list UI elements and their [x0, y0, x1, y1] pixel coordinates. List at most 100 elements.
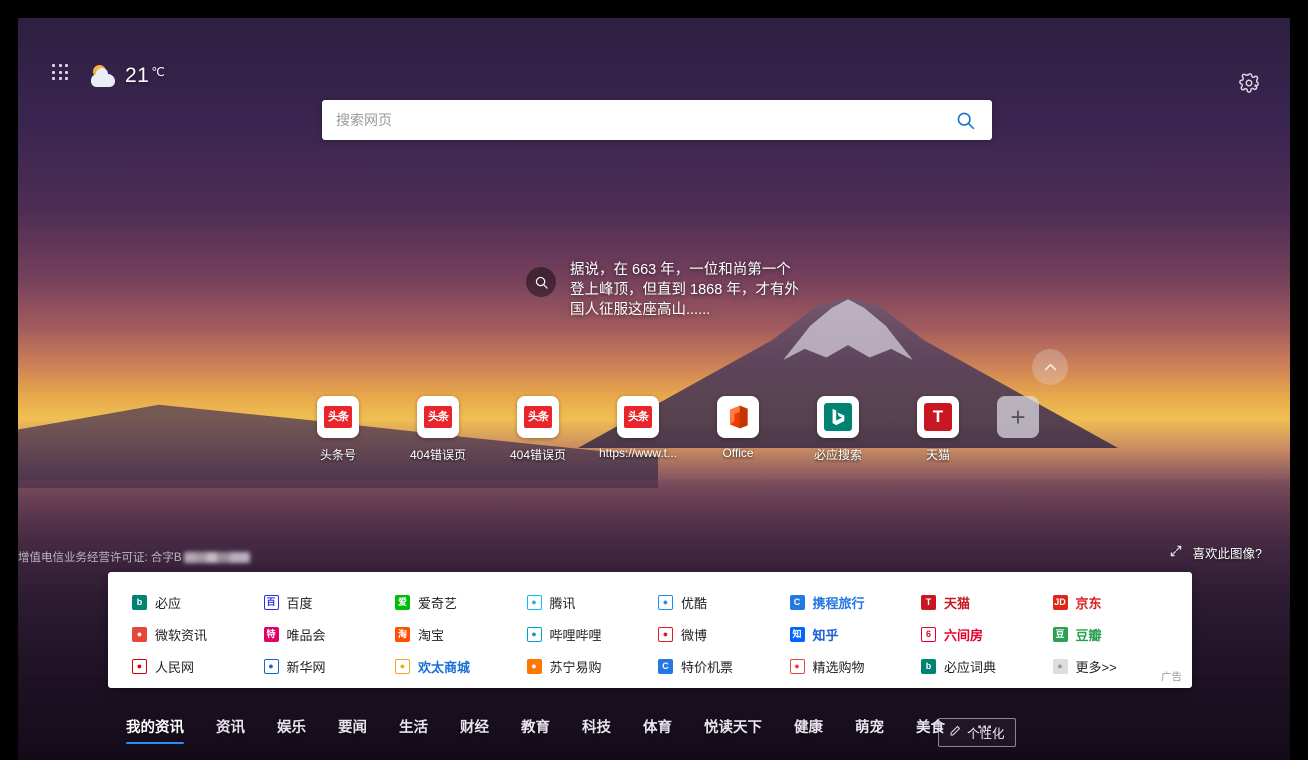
6rooms-icon: 6 [921, 626, 936, 642]
nav-tab-1[interactable]: 资讯 [216, 712, 245, 744]
temperature-unit: ℃ [151, 65, 166, 79]
quick-link[interactable]: ● 腾讯 [526, 586, 659, 618]
expand-arrow-icon[interactable] [1169, 544, 1183, 561]
nav-tab-0[interactable]: 我的资讯 [126, 712, 184, 744]
news-category-tabs: 我的资讯 资讯 娱乐 要闻 生活 财经 教育 科技 体育 悦读天下 健康 萌宠 美食 ⋯ [126, 712, 1020, 744]
nav-tab-10[interactable]: 健康 [794, 712, 823, 744]
top-bar: 21 ℃ [18, 18, 1290, 93]
office-logo [730, 405, 748, 429]
nav-tab-4[interactable]: 生活 [399, 712, 428, 744]
personalize-button[interactable]: 个性化 [938, 718, 1016, 747]
nav-tab-5[interactable]: 财经 [460, 712, 489, 744]
nav-tab-3[interactable]: 要闻 [338, 712, 367, 744]
quick-link[interactable]: 特 唯品会 [263, 618, 396, 650]
nav-tab-6[interactable]: 教育 [521, 712, 550, 744]
quick-link[interactable]: ● 哔哩哔哩 [526, 618, 659, 650]
shortcut-tile[interactable]: 头条 https://www.t... [588, 396, 688, 463]
quick-link-label: 精选购物 [812, 659, 865, 675]
weibo-icon: ● [658, 626, 673, 642]
shortcut-tile[interactable]: 必应搜索 [788, 396, 888, 463]
search-input[interactable] [322, 100, 938, 140]
quick-link[interactable]: ● 人民网 [132, 650, 264, 682]
toutiao-icon[interactable]: 头条 [317, 396, 359, 438]
temperature-value: 21 [125, 64, 150, 87]
douban-icon: 豆 [1052, 626, 1068, 642]
jd-icon: JD [1052, 594, 1068, 610]
quick-link-label: 欢太商城 [418, 659, 471, 675]
shortcut-label: https://www.t... [598, 446, 678, 460]
ad-label: 广告 [1161, 671, 1182, 683]
quick-link[interactable]: ● 精选购物 [789, 650, 922, 682]
people-icon: ● [132, 658, 147, 674]
plus-icon[interactable]: + [997, 396, 1039, 438]
quick-link[interactable]: JD 京东 [1052, 586, 1185, 618]
shortcut-label: 404错误页 [409, 448, 467, 462]
shortcut-tile[interactable]: 头条 头条号 [288, 396, 388, 463]
bing-logo [824, 403, 852, 431]
shortcut-tile[interactable]: Office [688, 396, 788, 463]
more-icon: ● [1052, 658, 1068, 674]
msn-icon: ● [132, 626, 147, 642]
toutiao-icon[interactable]: 头条 [617, 396, 659, 438]
quick-links-panel: b 必应 百 百度 爱 爱奇艺 ● 腾讯 ● 优酷 C 携程旅行 T 天猫 JD… [108, 572, 1192, 688]
quick-link[interactable]: ● 优酷 [658, 586, 790, 618]
add-shortcut-button[interactable]: + [968, 396, 1068, 438]
toutiao-logo: 头条 [424, 406, 452, 428]
quick-link[interactable]: 百 百度 [263, 586, 396, 618]
search-icon[interactable] [938, 100, 992, 140]
chevron-up-icon[interactable] [1032, 349, 1068, 385]
quick-link[interactable]: ● 新华网 [263, 650, 396, 682]
nav-tab-8[interactable]: 体育 [643, 712, 672, 744]
weather-widget[interactable]: 21 ℃ [90, 64, 165, 88]
quick-link[interactable]: 知 知乎 [789, 618, 922, 650]
quick-link[interactable]: ● 微软资讯 [132, 618, 264, 650]
weather-temperature: 21 ℃ [125, 64, 165, 88]
quick-link[interactable]: T 天猫 [921, 586, 1053, 618]
bing-icon[interactable] [817, 396, 859, 438]
like-image-label: 喜欢此图像? [1192, 547, 1262, 561]
quick-link[interactable]: ● 苏宁易购 [526, 650, 659, 682]
quick-link-label: 微软资讯 [155, 627, 208, 643]
baidu-icon: 百 [263, 594, 279, 610]
quick-link[interactable]: 爱 爱奇艺 [395, 586, 527, 618]
quick-link[interactable]: b 必应词典 [921, 650, 1053, 682]
quick-link[interactable]: C 携程旅行 [789, 586, 922, 618]
nav-tab-11[interactable]: 萌宠 [855, 712, 884, 744]
quick-link-label: 微博 [681, 627, 708, 643]
pencil-icon [949, 725, 961, 740]
search-box[interactable] [322, 100, 992, 140]
quick-link-label: 唯品会 [286, 627, 326, 643]
vip-icon: 特 [263, 626, 279, 642]
quick-link[interactable]: 淘 淘宝 [395, 618, 527, 650]
like-image-button[interactable]: 喜欢此图像? [1169, 543, 1262, 562]
tmall-icon: T [921, 594, 936, 610]
shortcut-tile[interactable]: 头条 404错误页 [488, 396, 588, 463]
toutiao-icon[interactable]: 头条 [417, 396, 459, 438]
quick-link-label: 必应词典 [944, 659, 997, 675]
office-icon[interactable] [717, 396, 759, 438]
ctrip-icon: C [789, 594, 805, 610]
nav-tab-7[interactable]: 科技 [582, 712, 611, 744]
quick-link[interactable]: ● 欢太商城 [395, 650, 527, 682]
quick-link[interactable]: 豆 豆瓣 [1052, 618, 1185, 650]
quick-link-label: 腾讯 [549, 595, 576, 611]
quick-link[interactable]: ● 微博 [658, 618, 790, 650]
toutiao-icon[interactable]: 头条 [517, 396, 559, 438]
gear-icon[interactable] [1238, 72, 1260, 94]
apps-grid-icon[interactable] [52, 64, 70, 82]
quick-link[interactable]: C 特价机票 [658, 650, 790, 682]
nav-tab-2[interactable]: 娱乐 [277, 712, 306, 744]
search-circle-icon[interactable] [526, 267, 556, 297]
quick-link[interactable]: b 必应 [132, 586, 264, 618]
quick-link-label: 必应 [155, 595, 182, 611]
tencent-icon: ● [526, 594, 542, 610]
quick-link[interactable]: 6 六间房 [921, 618, 1053, 650]
personalize-label: 个性化 [967, 727, 1005, 741]
quick-link-label: 更多>> [1075, 659, 1117, 675]
tmall-icon[interactable]: T [917, 396, 959, 438]
shortcut-tile[interactable]: 头条 404错误页 [388, 396, 488, 463]
wallpaper-caption[interactable]: 据说，在 663 年，一位和尚第一个登上峰顶，但直到 1868 年，才有外国人征… [526, 260, 831, 320]
huantai-icon: ● [395, 658, 410, 674]
nav-tab-9[interactable]: 悦读天下 [704, 712, 762, 744]
quick-link-label: 天猫 [944, 595, 971, 611]
